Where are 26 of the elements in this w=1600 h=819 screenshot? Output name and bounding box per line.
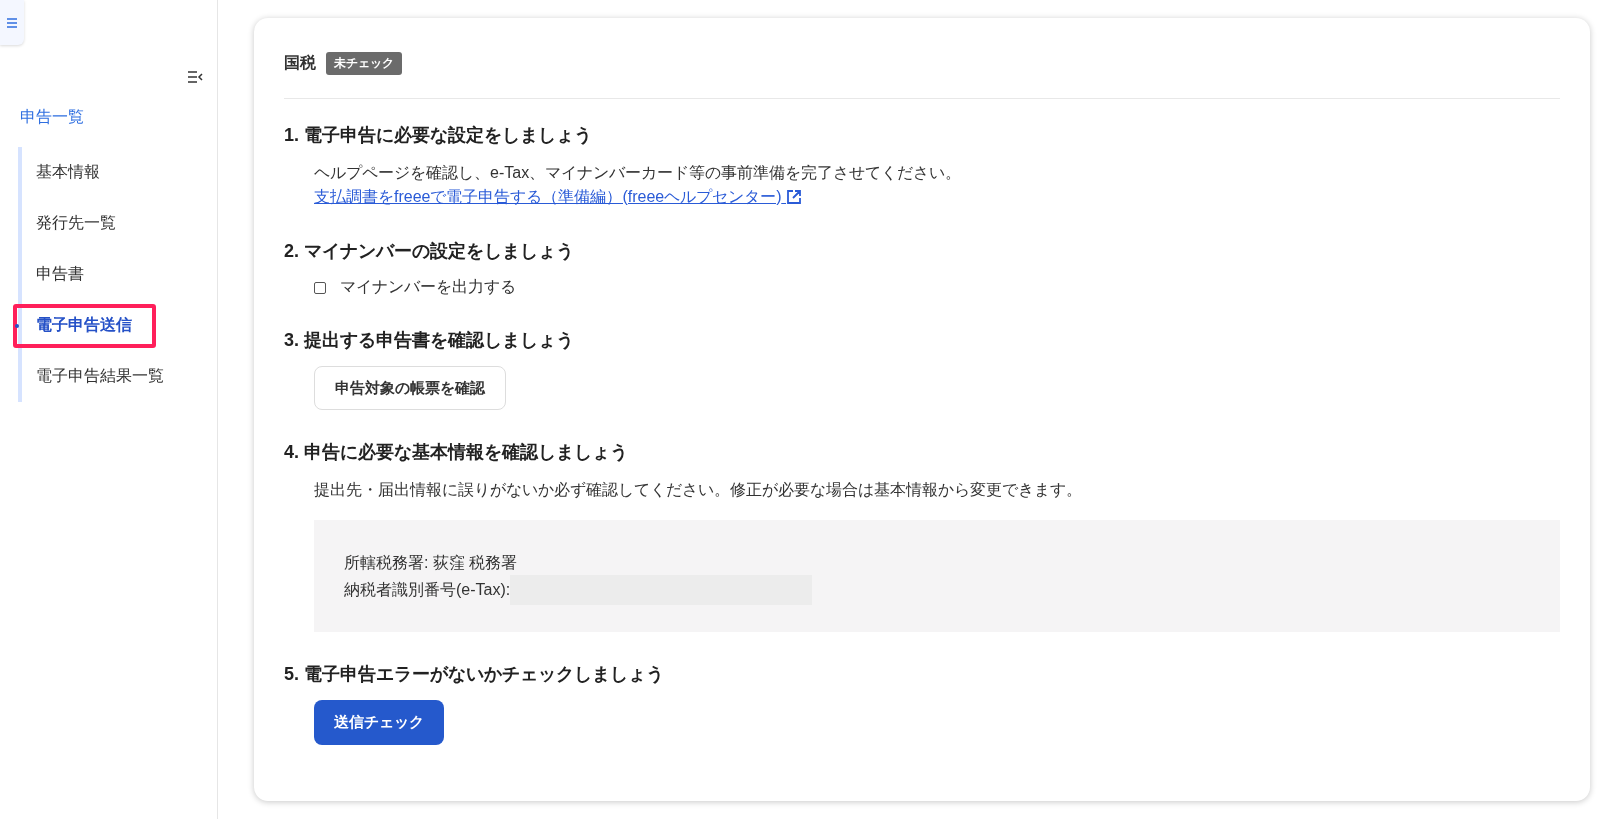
sidebar-item[interactable]: 電子申告送信 — [13, 303, 156, 348]
step-description: 提出先・届出情報に誤りがないか必ず確認してください。修正が必要な場合は基本情報から変更できます。 — [314, 480, 1083, 500]
status-badge: 未チェック — [326, 51, 402, 75]
help-link[interactable]: 支払調書をfreeeで電子申告する（準備編）(freeeヘルプセンター) — [314, 185, 803, 209]
sidebar-item[interactable]: 基本情報 — [22, 150, 100, 195]
step-description: ヘルプページを確認し、e-Tax、マイナンバーカード等の事前準備を完了させてください。 — [314, 163, 963, 183]
step-heading: 1. 電子申告に必要な設定をしましょう — [284, 124, 593, 147]
confirm-forms-button[interactable]: 申告対象の帳票を確認 — [314, 366, 506, 410]
step-heading: 2. マイナンバーの設定をしましょう — [284, 240, 575, 263]
info-field: 納税者識別番号(e-Tax): — [344, 578, 511, 602]
sidebar-item[interactable]: 電子申告結果一覧 — [22, 354, 164, 399]
sidebar-parent-link[interactable]: 申告一覧 — [20, 107, 84, 128]
menu-icon — [6, 16, 18, 29]
menu-button[interactable] — [0, 0, 24, 45]
step-heading: 4. 申告に必要な基本情報を確認しましょう — [284, 441, 629, 464]
sidebar-item[interactable]: 申告書 — [22, 252, 84, 297]
section-title: 国税 — [284, 52, 316, 73]
checkbox-label: マイナンバーを出力する — [340, 277, 516, 297]
step-heading: 3. 提出する申告書を確認しましょう — [284, 329, 575, 352]
checkbox[interactable] — [314, 281, 326, 294]
sidebar-item[interactable]: 発行先一覧 — [22, 201, 116, 246]
send-check-button[interactable]: 送信チェック — [314, 700, 444, 745]
collapse-sidebar-icon[interactable] — [187, 70, 203, 84]
info-field: 所轄税務署: 荻窪 税務署 — [344, 551, 518, 575]
step-heading: 5. 電子申告エラーがないかチェックしましょう — [284, 663, 665, 686]
external-link-icon — [786, 189, 803, 205]
